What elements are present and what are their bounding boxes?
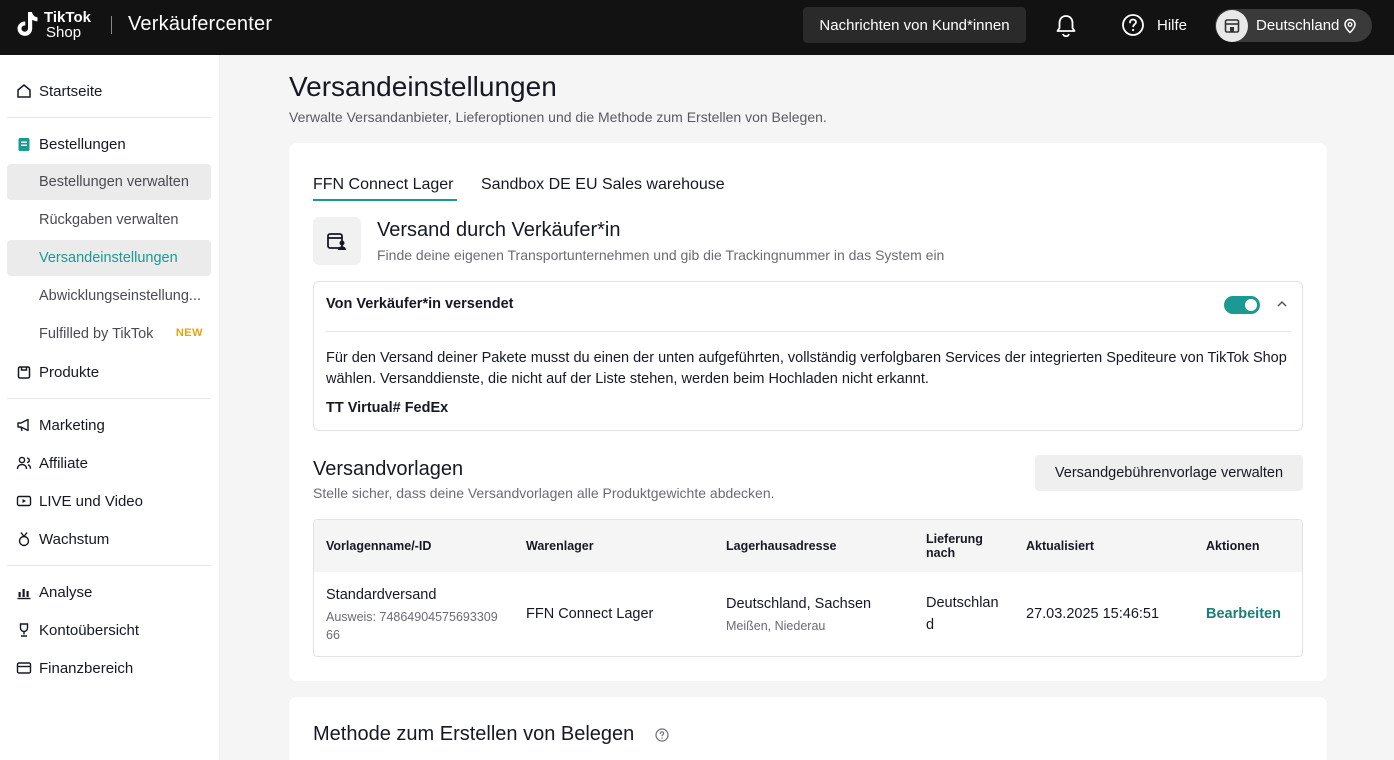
carrier-requirements-text: Für den Versand deiner Pakete musst du e… xyxy=(326,350,1287,387)
template-delivery-line-1: Deutschlan xyxy=(926,595,999,611)
tab-sandbox-de-eu-sales-warehouse[interactable]: Sandbox DE EU Sales warehouse xyxy=(481,176,725,194)
sidebar-item-label: Kontoübersicht xyxy=(39,621,140,639)
sidebar-item-label: Bestellungen verwalten xyxy=(39,174,189,190)
template-warehouse: FFN Connect Lager xyxy=(526,606,654,622)
sidebar-item-wachstum[interactable]: Wachstum xyxy=(7,521,211,557)
sidebar-item-marketing[interactable]: Marketing xyxy=(7,407,211,443)
column-header-address: Lagerhausadresse xyxy=(726,539,837,553)
logo-text: TikTok Shop xyxy=(44,10,91,40)
edit-template-link[interactable]: Bearbeiten xyxy=(1206,606,1281,622)
sidebar-item-produkte[interactable]: Produkte xyxy=(7,354,211,390)
shipping-method-subtitle: Finde deine eigenen Transportunternehmen… xyxy=(377,247,945,263)
sidebar-item-label: Bestellungen xyxy=(39,135,126,153)
sidebar-item-versandeinstellungen[interactable]: Versandeinstellungen xyxy=(7,240,211,276)
bell-icon[interactable] xyxy=(1055,14,1077,38)
column-header-warehouse: Warenlager xyxy=(526,539,594,553)
carrier-list: TT Virtual# FedEx xyxy=(326,400,449,416)
templates-title: Versandvorlagen xyxy=(313,458,464,480)
sidebar-item-label: Abwicklungseinstellung... xyxy=(39,288,202,304)
sidebar-item-label: Versandeinstellungen xyxy=(39,250,178,266)
templates-table: Vorlagenname/-ID Warenlager Lagerhausadr… xyxy=(313,519,1303,657)
column-header-delivery: Lieferung nach xyxy=(926,532,983,560)
chevron-up-icon[interactable] xyxy=(1276,298,1288,310)
sidebar-item-kontouebersicht[interactable]: Kontoübersicht xyxy=(7,612,211,648)
location-pin-icon xyxy=(1344,18,1357,34)
header-divider xyxy=(111,16,112,34)
active-tab-indicator xyxy=(313,199,457,201)
templates-subtitle: Stelle sicher, dass deine Versandvorlage… xyxy=(313,485,775,501)
sidebar-item-finanzbereich[interactable]: Finanzbereich xyxy=(7,650,211,686)
home-icon xyxy=(17,84,31,98)
tiktok-shop-logo[interactable]: TikTok Shop xyxy=(14,9,91,41)
sidebar-item-label: Startseite xyxy=(39,82,103,100)
page-title: Versandeinstellungen xyxy=(289,71,557,102)
medal-icon xyxy=(18,532,30,547)
package-person-icon xyxy=(327,233,346,250)
new-badge: NEW xyxy=(175,327,203,339)
trophy-icon xyxy=(19,623,29,637)
seller-shipped-title: Von Verkäufer*in versendet xyxy=(326,296,514,312)
sidebar-item-rueckgaben-verwalten[interactable]: Rückgaben verwalten xyxy=(7,202,211,238)
sidebar-divider xyxy=(7,398,211,399)
sidebar-item-analyse[interactable]: Analyse xyxy=(7,574,211,610)
sidebar-item-label: Produkte xyxy=(39,363,100,381)
sidebar-item-label: LIVE und Video xyxy=(39,492,143,510)
panel-divider xyxy=(326,331,1291,332)
template-id-line-1: Ausweis: 74864904575693309 xyxy=(326,610,498,624)
sidebar-item-label: Rückgaben verwalten xyxy=(39,212,179,228)
info-circle-icon[interactable] xyxy=(655,728,669,742)
store-icon xyxy=(1216,9,1248,42)
sidebar-item-fulfilled-by-tiktok[interactable]: Fulfilled by TikTok NEW xyxy=(7,316,211,352)
column-header-name: Vorlagenname/-ID xyxy=(326,539,432,553)
template-delivery-line-2: d xyxy=(926,617,935,633)
seller-shipped-toggle[interactable] xyxy=(1224,296,1260,314)
template-name: Standardversand xyxy=(326,587,437,603)
sidebar-item-bestellungen-verwalten[interactable]: Bestellungen verwalten xyxy=(7,164,211,200)
orders-icon xyxy=(18,138,30,151)
logo-line-2: Shop xyxy=(46,24,82,41)
sidebar-item-startseite[interactable]: Startseite xyxy=(7,73,211,109)
app-title: Verkäufercenter xyxy=(128,13,273,35)
people-icon xyxy=(16,456,32,470)
page-subtitle: Verwalte Versandanbieter, Lieferoptionen… xyxy=(289,109,827,125)
question-circle-icon xyxy=(1122,14,1144,36)
sidebar-item-label: Affiliate xyxy=(39,454,88,472)
sidebar-item-affiliate[interactable]: Affiliate xyxy=(7,445,211,481)
tiktok-logo-icon xyxy=(17,12,38,36)
sidebar-item-label: Marketing xyxy=(39,416,105,434)
video-icon xyxy=(16,495,32,507)
country-label: Deutschland xyxy=(1256,17,1340,34)
seller-shipping-icon-box xyxy=(313,217,361,265)
products-icon xyxy=(17,366,31,379)
sidebar-item-abwicklungseinstellungen[interactable]: Abwicklungseinstellung... xyxy=(7,278,211,314)
table-header: Vorlagenname/-ID Warenlager Lagerhausadr… xyxy=(314,520,1302,572)
megaphone-icon xyxy=(17,418,29,432)
top-bar: TikTok Shop Verkäufercenter Nachrichten … xyxy=(0,0,1394,55)
shipping-method-title: Versand durch Verkäufer*in xyxy=(377,219,621,241)
column-header-actions: Aktionen xyxy=(1206,539,1260,553)
template-updated: 27.03.2025 15:46:51 xyxy=(1026,606,1160,622)
sidebar-item-bestellungen[interactable]: Bestellungen xyxy=(7,126,211,162)
tab-ffn-connect-lager[interactable]: FFN Connect Lager xyxy=(313,176,454,194)
sidebar-divider xyxy=(7,565,211,566)
help-link[interactable]: Hilfe xyxy=(1121,13,1187,37)
sidebar-item-live-und-video[interactable]: LIVE und Video xyxy=(7,483,211,519)
template-id-line-2: 66 xyxy=(326,628,340,642)
receipt-method-title: Methode zum Erstellen von Belegen xyxy=(313,723,635,745)
sidebar-item-label: Analyse xyxy=(39,583,93,601)
template-address-detail: Meißen, Niederau xyxy=(726,619,826,633)
wallet-icon xyxy=(16,662,32,674)
column-header-updated: Aktualisiert xyxy=(1026,539,1095,553)
sidebar-divider xyxy=(7,117,211,118)
sidebar-item-label: Fulfilled by TikTok xyxy=(39,326,154,342)
help-label: Hilfe xyxy=(1157,16,1188,34)
country-selector[interactable]: Deutschland xyxy=(1215,9,1372,42)
manage-fee-template-button[interactable]: Versandgebührenvorlage verwalten xyxy=(1035,455,1303,491)
sidebar-item-label: Finanzbereich xyxy=(39,659,134,677)
chart-icon xyxy=(17,589,31,600)
customer-messages-button[interactable]: Nachrichten von Kund*innen xyxy=(803,7,1026,43)
sidebar-item-label: Wachstum xyxy=(39,530,110,548)
template-address: Deutschland, Sachsen xyxy=(726,596,872,612)
logo-line-1: TikTok xyxy=(44,9,91,26)
